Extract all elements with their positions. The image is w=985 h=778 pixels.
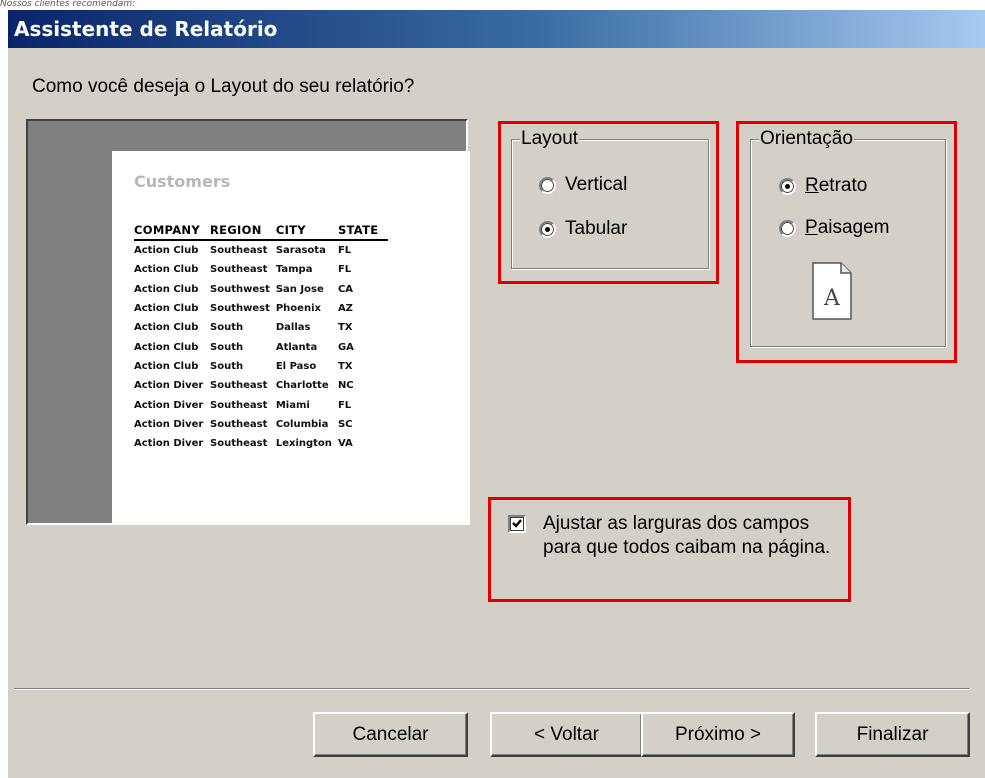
preview-row: Action Diver Southeast Columbia SC xyxy=(134,415,388,434)
preview-cell: CA xyxy=(337,283,354,295)
preview-col-state: STATE xyxy=(337,223,389,241)
preview-cell: Action Club xyxy=(134,245,199,257)
window-title: Assistente de Relatório xyxy=(14,17,278,41)
preview-cell: San Jose xyxy=(275,283,324,295)
preview-cell: AZ xyxy=(337,303,353,315)
preview-cell: TX xyxy=(337,322,353,334)
preview-cell: Miami xyxy=(275,399,310,411)
preview-cell: South xyxy=(210,341,244,353)
preview-cell: FL xyxy=(337,245,352,257)
preview-cell: GA xyxy=(337,341,354,353)
preview-cell: Tampa xyxy=(275,264,313,276)
preview-row: Action Club Southeast Tampa FL xyxy=(134,260,388,279)
preview-cell: VA xyxy=(337,438,353,450)
preview-row: Action Diver Southeast Charlotte NC xyxy=(134,376,388,395)
preview-row: Action Club South Atlanta GA xyxy=(134,337,388,356)
preview-page: Customers COMPANY REGION CITY STATE Acti… xyxy=(112,151,470,525)
preview-cell: Action Diver xyxy=(134,438,204,450)
preview-cell: Action Club xyxy=(134,283,199,295)
preview-row: Action Club Southwest San Jose CA xyxy=(134,280,388,299)
preview-cell: Action Club xyxy=(134,303,199,315)
preview-cell: Southeast xyxy=(210,438,268,450)
preview-cell: FL xyxy=(337,264,352,276)
preview-cell: Southeast xyxy=(210,418,268,430)
highlight-orientation xyxy=(736,121,957,363)
preview-cell: Southwest xyxy=(210,283,270,295)
back-button[interactable]: < Voltar xyxy=(490,712,643,757)
preview-cell: Phoenix xyxy=(275,303,321,315)
highlight-fit-fields xyxy=(488,497,851,602)
preview-row: Action Diver Southeast Miami FL xyxy=(134,395,388,414)
title-bar[interactable]: Assistente de Relatório xyxy=(8,10,985,48)
preview-cell: Columbia xyxy=(275,418,329,430)
preview-cell: Action Diver xyxy=(134,380,204,392)
preview-cell: Southeast xyxy=(210,380,268,392)
preview-table: COMPANY REGION CITY STATE Action Club Sou… xyxy=(134,223,389,453)
preview-cell: El Paso xyxy=(275,360,317,372)
preview-cell: Sarasota xyxy=(275,245,326,257)
caption-text: Nossos clientes recomendam: xyxy=(0,0,136,9)
preview-cell: Action Club xyxy=(134,322,199,334)
preview-cell: Atlanta xyxy=(275,341,318,353)
preview-title: Customers xyxy=(134,172,231,191)
preview-row: Action Diver Southeast Lexington VA xyxy=(134,434,388,453)
preview-cell: South xyxy=(210,360,244,372)
preview-col-city: CITY xyxy=(275,223,338,241)
preview-cell: Action Club xyxy=(134,264,199,276)
preview-cell: Action Diver xyxy=(134,399,204,411)
preview-row: Action Club Southeast Sarasota FL xyxy=(134,240,388,260)
preview-cell: Action Club xyxy=(134,360,199,372)
preview-cell: Lexington xyxy=(275,438,332,450)
preview-cell: TX xyxy=(337,360,353,372)
preview-cell: Southeast xyxy=(210,399,268,411)
preview-cell: Southeast xyxy=(210,245,268,257)
preview-cell: Action Club xyxy=(134,341,199,353)
preview-cell: NC xyxy=(337,380,354,392)
next-button[interactable]: Próximo > xyxy=(641,712,795,757)
preview-header-row: COMPANY REGION CITY STATE xyxy=(134,223,389,241)
preview-cell: South xyxy=(210,322,244,334)
preview-cell: Action Diver xyxy=(134,418,204,430)
highlight-layout xyxy=(498,121,719,284)
preview-table-body: Action Club Southeast Sarasota FL Action Clu… xyxy=(134,240,388,453)
preview-cell: Charlotte xyxy=(275,380,329,392)
layout-preview: Customers COMPANY REGION CITY STATE Acti… xyxy=(26,119,470,525)
finish-button[interactable]: Finalizar xyxy=(815,712,970,757)
preview-cell: Southeast xyxy=(210,264,268,276)
preview-cell: Southwest xyxy=(210,303,270,315)
preview-col-company: COMPANY xyxy=(134,223,210,241)
cancel-button[interactable]: Cancelar xyxy=(313,712,468,757)
preview-row: Action Club Southwest Phoenix AZ xyxy=(134,299,388,318)
preview-cell: Dallas xyxy=(275,322,311,334)
question-label: Como você deseja o Layout do seu relatór… xyxy=(32,76,415,97)
preview-cell: SC xyxy=(337,418,353,430)
preview-row: Action Club South El Paso TX xyxy=(134,357,388,376)
preview-row: Action Club South Dallas TX xyxy=(134,318,388,337)
preview-col-region: REGION xyxy=(210,223,276,241)
button-separator xyxy=(14,688,969,690)
preview-cell: FL xyxy=(337,399,352,411)
